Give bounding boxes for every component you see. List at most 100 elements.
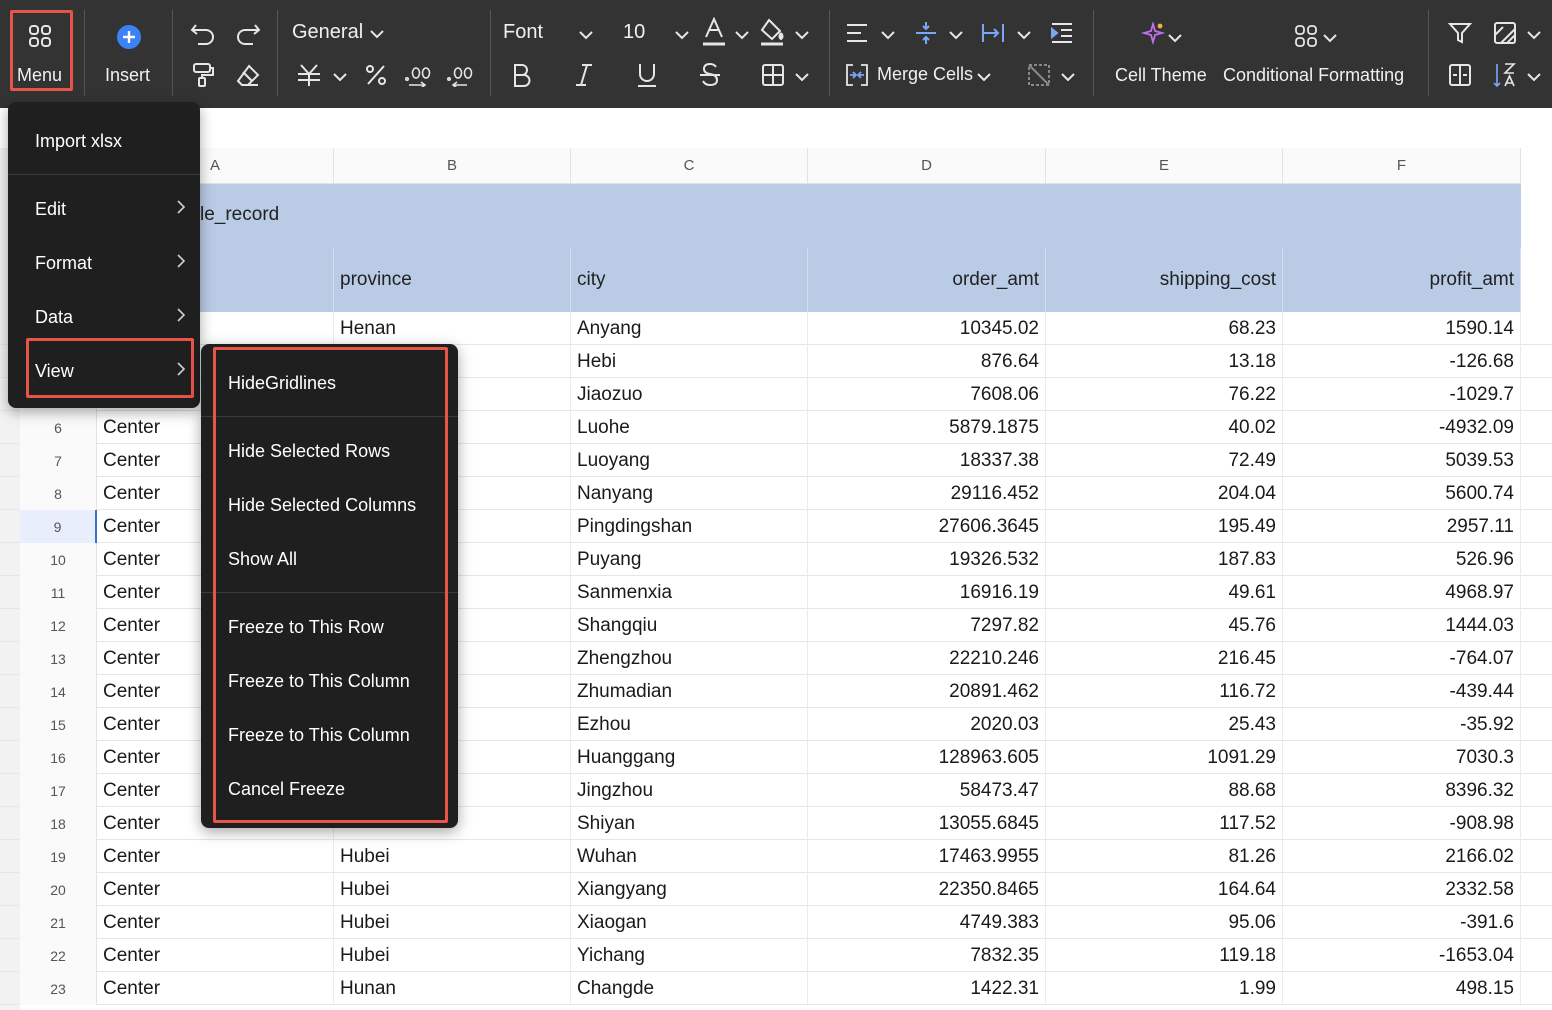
table-cell[interactable]: 68.23	[1046, 312, 1283, 345]
table-cell[interactable]: Hubei	[334, 939, 571, 972]
table-cell[interactable]: Center	[97, 873, 334, 906]
column-header-c[interactable]: C	[571, 148, 808, 184]
italic-icon[interactable]	[571, 60, 597, 90]
table-cell[interactable]: 1422.31	[808, 972, 1046, 1005]
table-cell[interactable]: 19326.532	[808, 543, 1046, 576]
menu-item-format[interactable]: Format	[8, 236, 200, 290]
row-number[interactable]: 21	[20, 906, 97, 939]
table-cell[interactable]: 5600.74	[1283, 477, 1521, 510]
table-cell[interactable]: Hubei	[334, 840, 571, 873]
freeze-panes-icon[interactable]	[1446, 60, 1474, 90]
chevron-down-icon[interactable]	[735, 27, 749, 45]
table-cell[interactable]: 7030.3	[1283, 741, 1521, 774]
table-cell[interactable]: 22210.246	[808, 642, 1046, 675]
table-cell[interactable]: Pingdingshan	[571, 510, 808, 543]
undo-icon[interactable]	[188, 18, 218, 48]
row-number[interactable]: 15	[20, 708, 97, 741]
table-cell[interactable]: 10345.02	[808, 312, 1046, 345]
menu-item-data[interactable]: Data	[8, 290, 200, 344]
table-cell[interactable]: 119.18	[1046, 939, 1283, 972]
table-cell[interactable]: 2957.11	[1283, 510, 1521, 543]
table-cell[interactable]: Xiaogan	[571, 906, 808, 939]
number-format-select[interactable]: General	[290, 18, 390, 48]
table-cell[interactable]: Zhumadian	[571, 675, 808, 708]
header-cell-order-amt[interactable]: order_amt	[808, 248, 1046, 312]
chevron-down-icon[interactable]	[1017, 27, 1031, 45]
row-number[interactable]: 22	[20, 939, 97, 972]
chevron-down-icon[interactable]	[333, 69, 347, 87]
table-cell[interactable]: 88.68	[1046, 774, 1283, 807]
row-number[interactable]: 11	[20, 576, 97, 609]
table-cell[interactable]: 1091.29	[1046, 741, 1283, 774]
table-cell[interactable]: Shangqiu	[571, 609, 808, 642]
table-cell[interactable]: 95.06	[1046, 906, 1283, 939]
table-cell[interactable]: 5039.53	[1283, 444, 1521, 477]
eraser-icon[interactable]	[233, 60, 263, 90]
table-cell[interactable]: -35.92	[1283, 708, 1521, 741]
table-cell[interactable]: Luoyang	[571, 444, 808, 477]
table-cell[interactable]: 1590.14	[1283, 312, 1521, 345]
row-number[interactable]: 8	[20, 477, 97, 510]
table-cell[interactable]: 7608.06	[808, 378, 1046, 411]
table-cell[interactable]: 16916.19	[808, 576, 1046, 609]
table-cell[interactable]: 216.45	[1046, 642, 1283, 675]
wrap-text-icon[interactable]	[1048, 18, 1076, 48]
menu-item-edit[interactable]: Edit	[8, 182, 200, 236]
chevron-down-icon[interactable]	[881, 27, 895, 45]
table-cell[interactable]: 526.96	[1283, 543, 1521, 576]
header-cell-province[interactable]: province	[334, 248, 571, 312]
row-number[interactable]: 6	[20, 411, 97, 444]
column-header-d[interactable]: D	[808, 148, 1046, 184]
table-cell[interactable]: 498.15	[1283, 972, 1521, 1005]
table-cell[interactable]: Hubei	[334, 906, 571, 939]
header-cell-city[interactable]: city	[571, 248, 808, 312]
table-cell[interactable]: 876.64	[808, 345, 1046, 378]
row-number[interactable]: 10	[20, 543, 97, 576]
table-cell[interactable]: 81.26	[1046, 840, 1283, 873]
horizontal-align-icon[interactable]	[843, 18, 871, 48]
fill-color-icon[interactable]	[758, 16, 788, 48]
chevron-down-icon[interactable]	[1527, 69, 1541, 87]
table-cell[interactable]: 76.22	[1046, 378, 1283, 411]
table-cell[interactable]: 7832.35	[808, 939, 1046, 972]
chevron-down-icon[interactable]	[949, 27, 963, 45]
table-cell[interactable]: -4932.09	[1283, 411, 1521, 444]
borders-icon[interactable]	[759, 60, 787, 90]
filter-icon[interactable]	[1446, 18, 1474, 48]
font-size-select[interactable]: 10	[622, 18, 694, 48]
table-cell[interactable]: Hubei	[334, 873, 571, 906]
table-cell[interactable]: Anyang	[571, 312, 808, 345]
vertical-align-icon[interactable]	[912, 18, 940, 48]
table-cell[interactable]: -1653.04	[1283, 939, 1521, 972]
cell-diagonal-icon[interactable]	[1025, 60, 1053, 90]
table-cell[interactable]: Center	[97, 840, 334, 873]
table-cell[interactable]: 2166.02	[1283, 840, 1521, 873]
percent-icon[interactable]	[361, 60, 391, 90]
chevron-down-icon[interactable]	[795, 69, 809, 87]
table-cell[interactable]: 72.49	[1046, 444, 1283, 477]
table-cell[interactable]: 20891.462	[808, 675, 1046, 708]
table-cell[interactable]: Nanyang	[571, 477, 808, 510]
cell-theme-button[interactable]: Cell Theme	[1108, 16, 1212, 94]
format-painter-icon[interactable]	[188, 60, 218, 90]
table-cell[interactable]: 22350.8465	[808, 873, 1046, 906]
column-header-f[interactable]: F	[1283, 148, 1521, 184]
table-cell[interactable]: Center	[97, 939, 334, 972]
header-cell-profit-amt[interactable]: profit_amt	[1283, 248, 1521, 312]
text-direction-icon[interactable]	[979, 18, 1007, 48]
table-cell[interactable]: Xiangyang	[571, 873, 808, 906]
table-cell[interactable]: Luohe	[571, 411, 808, 444]
table-cell[interactable]: 27606.3645	[808, 510, 1046, 543]
bold-icon[interactable]	[508, 60, 534, 90]
table-cell[interactable]: Hunan	[334, 972, 571, 1005]
redo-icon[interactable]	[233, 18, 263, 48]
table-cell[interactable]: 8396.32	[1283, 774, 1521, 807]
table-cell[interactable]: Henan	[334, 312, 571, 345]
table-cell[interactable]: -391.6	[1283, 906, 1521, 939]
row-number[interactable]: 19	[20, 840, 97, 873]
table-cell[interactable]: 117.52	[1046, 807, 1283, 840]
insert-button[interactable]: Insert	[95, 12, 161, 90]
row-number[interactable]: 12	[20, 609, 97, 642]
table-cell[interactable]: 49.61	[1046, 576, 1283, 609]
font-color-icon[interactable]	[700, 16, 728, 48]
